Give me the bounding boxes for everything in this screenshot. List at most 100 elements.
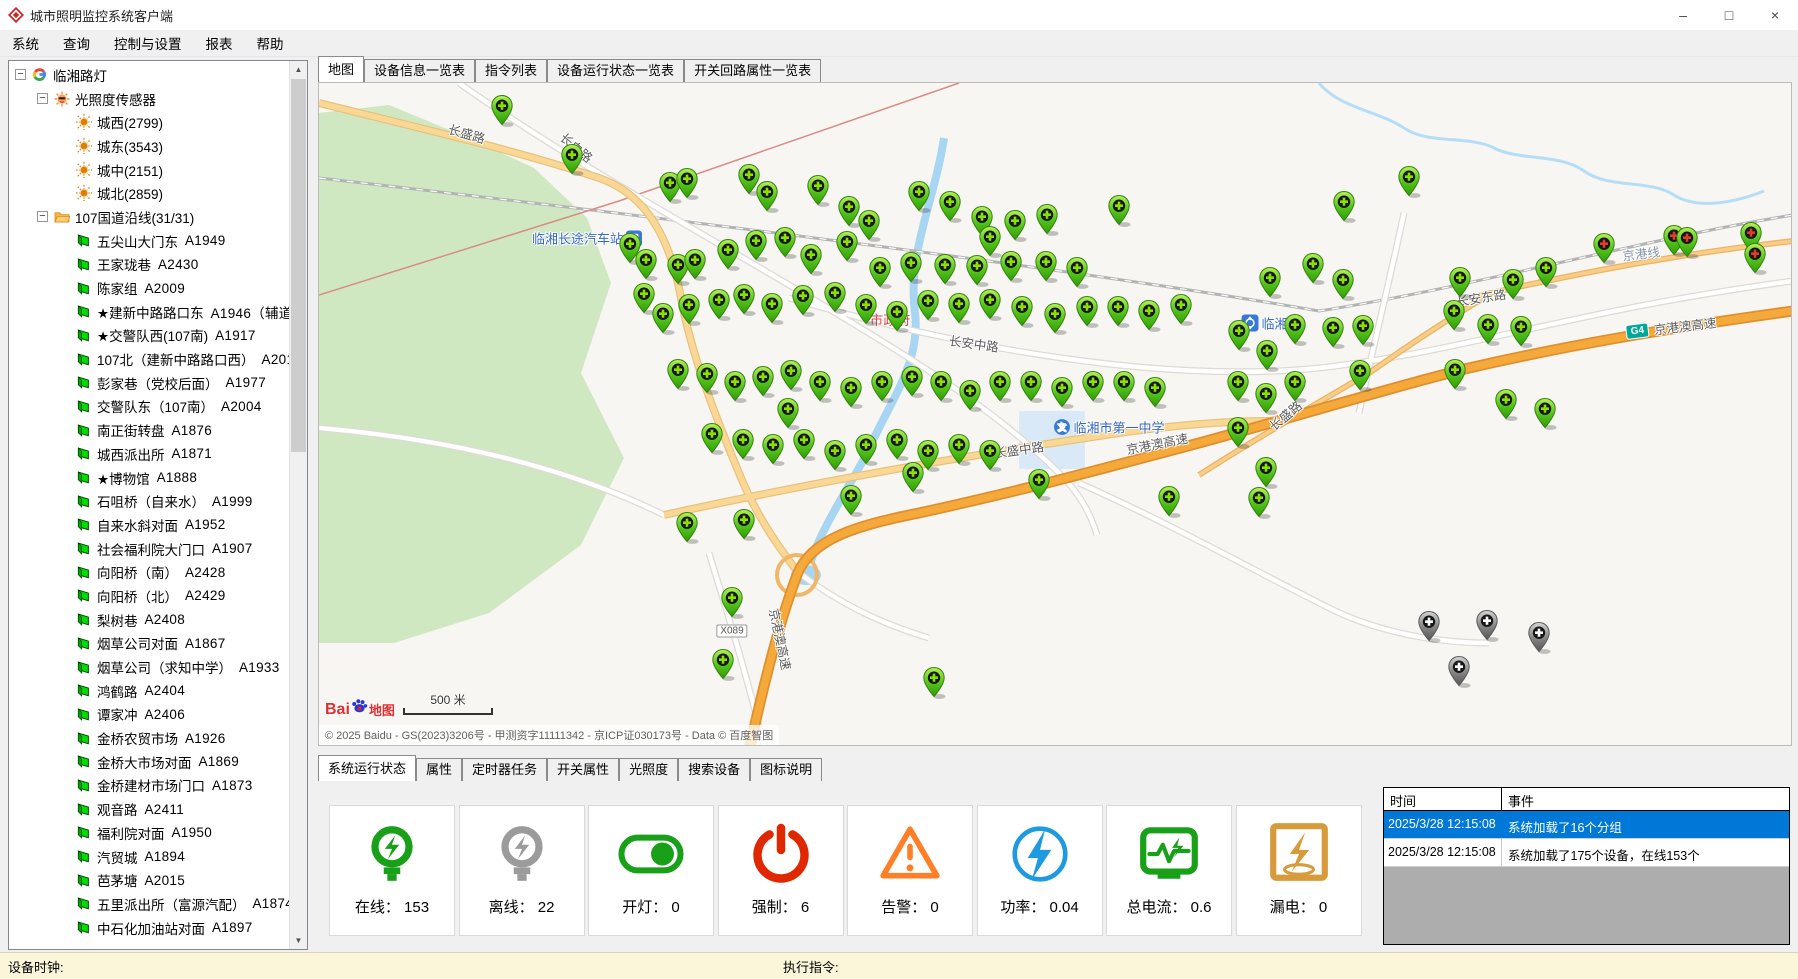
device-marker[interactable] [979,289,1002,321]
device-marker[interactable] [1322,317,1345,349]
tree-item-13[interactable]: 彭家巷（党校后面）A1977 [9,371,290,395]
device-marker[interactable] [1158,486,1181,518]
device-marker[interactable] [1332,269,1355,301]
tab-main-3[interactable]: 设备运行状态一览表 [547,59,684,82]
device-marker[interactable] [901,366,924,398]
close-button[interactable]: × [1752,0,1798,30]
tree-item-22[interactable]: 向阳桥（北）A2429 [9,584,290,608]
device-marker-alert[interactable] [1676,227,1699,259]
event-row-0[interactable]: 2025/3/28 12:15:08系统加载了16个分组 [1384,811,1789,839]
device-marker[interactable] [871,371,894,403]
tree-item-30[interactable]: 金桥建材市场门口A1873 [9,774,290,798]
device-marker[interactable] [886,301,909,333]
device-marker[interactable] [635,249,658,281]
tree-item-8[interactable]: 王家珑巷A2430 [9,253,290,277]
expand-toggle[interactable]: − [37,211,48,222]
tree-item-29[interactable]: 金桥大市场对面A1869 [9,750,290,774]
tree-item-21[interactable]: 向阳桥（南）A2428 [9,560,290,584]
menu-item-3[interactable]: 报表 [194,30,245,56]
tree-item-17[interactable]: ★博物馆A1888 [9,466,290,490]
device-marker[interactable] [1255,457,1278,489]
scrollbar-thumb[interactable] [291,79,306,452]
device-marker[interactable] [809,371,832,403]
tree-item-16[interactable]: 城西派出所A1871 [9,442,290,466]
tree-item-35[interactable]: 五里派出所（富源汽配）A1874 [9,892,290,916]
device-marker[interactable] [721,587,744,619]
device-marker[interactable] [1444,359,1467,391]
device-marker[interactable] [908,181,931,213]
device-marker[interactable] [800,244,823,276]
device-marker[interactable] [959,380,982,412]
tree-item-9[interactable]: 陈家组A2009 [9,276,290,300]
map-viewport[interactable]: 长盛路长白路临湘长途汽车站市政府临湘站文临湘市第一中学长安中路长安东路长盛中路长… [318,82,1792,746]
expand-toggle[interactable]: − [37,93,48,104]
tab-bottom-3[interactable]: 开关属性 [547,758,619,781]
device-marker[interactable] [1534,398,1557,430]
device-marker[interactable] [667,359,690,391]
device-marker[interactable] [930,371,953,403]
tree-item-18[interactable]: 石咀桥（自来水）A1999 [9,489,290,513]
device-marker-alert[interactable] [1744,243,1767,275]
device-marker[interactable] [1066,257,1089,289]
device-marker[interactable] [824,282,847,314]
tab-main-4[interactable]: 开关回路属性一览表 [684,59,821,82]
device-marker[interactable] [1020,371,1043,403]
minimize-button[interactable]: – [1660,0,1706,30]
device-marker[interactable] [561,144,584,176]
scroll-down-icon[interactable]: ▼ [290,932,307,949]
device-marker[interactable] [756,181,779,213]
device-marker[interactable] [1138,300,1161,332]
device-marker[interactable] [1535,257,1558,289]
device-marker[interactable] [900,252,923,284]
device-marker[interactable] [979,440,1002,472]
device-marker[interactable] [792,285,815,317]
device-marker[interactable] [840,377,863,409]
tab-main-2[interactable]: 指令列表 [475,59,547,82]
device-marker[interactable] [1228,320,1251,352]
tab-main-1[interactable]: 设备信息一览表 [364,59,475,82]
menu-item-0[interactable]: 系统 [0,30,51,56]
tree-item-3[interactable]: 城东(3543) [9,134,290,158]
tree-item-11[interactable]: ★交警队西(107南)A1917 [9,324,290,348]
device-marker[interactable] [793,429,816,461]
device-marker[interactable] [1510,316,1533,348]
tree-item-12[interactable]: 107北（建新中路路口西）A2014 [9,347,290,371]
tree-item-33[interactable]: 汽贸城A1894 [9,845,290,869]
event-log-header-time[interactable]: 时间 [1384,788,1502,810]
device-marker[interactable] [1333,191,1356,223]
device-marker[interactable] [676,512,699,544]
device-marker-offline[interactable] [1528,622,1551,654]
device-marker[interactable] [1349,360,1372,392]
device-marker[interactable] [807,175,830,207]
tree-item-32[interactable]: 福利院对面A1950 [9,821,290,845]
tree-item-25[interactable]: 烟草公司（求知中学）A1933 [9,655,290,679]
device-marker[interactable] [948,434,971,466]
device-marker[interactable] [902,462,925,494]
tree-item-14[interactable]: 交警队东（107南）A2004 [9,395,290,419]
device-marker[interactable] [836,231,859,263]
device-marker[interactable] [1248,487,1271,519]
device-marker[interactable] [1443,300,1466,332]
device-marker[interactable] [1227,417,1250,449]
tree-item-2[interactable]: 城西(2799) [9,110,290,134]
device-marker[interactable] [1284,314,1307,346]
device-marker[interactable] [652,303,675,335]
device-marker[interactable] [491,95,514,127]
device-marker[interactable] [1398,166,1421,198]
tree-item-15[interactable]: 南正街转盘A1876 [9,418,290,442]
device-marker[interactable] [1495,389,1518,421]
tree-item-7[interactable]: 五尖山大门东A1949 [9,229,290,253]
event-row-1[interactable]: 2025/3/28 12:15:08系统加载了175个设备，在线153个 [1384,839,1789,867]
device-marker[interactable] [745,230,768,262]
device-marker[interactable] [1352,315,1375,347]
device-marker[interactable] [934,254,957,286]
device-marker[interactable] [676,168,699,200]
device-marker[interactable] [732,429,755,461]
device-marker[interactable] [923,667,946,699]
maximize-button[interactable]: □ [1706,0,1752,30]
device-marker[interactable] [824,440,847,472]
device-marker-offline[interactable] [1418,611,1441,643]
device-marker[interactable] [761,293,784,325]
tab-bottom-5[interactable]: 搜索设备 [678,758,750,781]
tree-item-19[interactable]: 自来水斜对面A1952 [9,513,290,537]
